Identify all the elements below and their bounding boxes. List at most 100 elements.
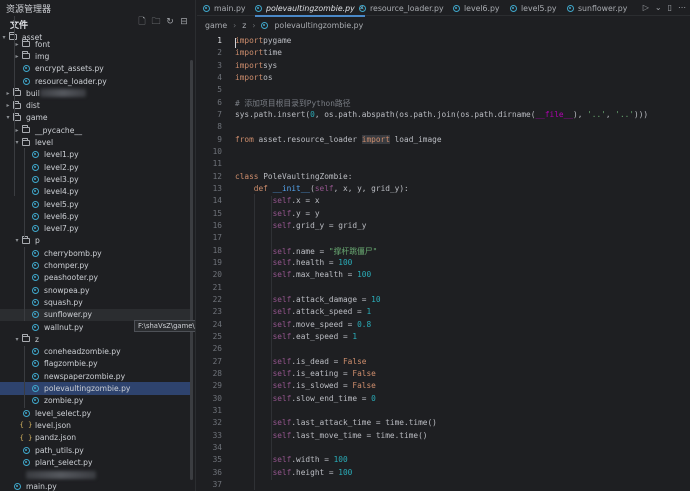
chevron-down-icon[interactable]: ⌄ (655, 3, 662, 12)
more-icon[interactable]: ⋯ (678, 3, 686, 12)
tree-folder[interactable]: ▾ z (0, 333, 193, 345)
chevron-down-icon: ▾ (6, 114, 10, 122)
python-file-icon (30, 199, 40, 209)
tree-file[interactable]: newspaperzombie.py (0, 370, 193, 382)
tab-main-py[interactable]: main.py (203, 0, 246, 16)
tree-folder[interactable]: ▸ buil (0, 87, 193, 99)
tree-file[interactable]: level5.py (0, 198, 193, 210)
line-number: 1 (217, 36, 222, 45)
sidebar-scrollbar[interactable] (190, 60, 193, 480)
new-file-icon[interactable]: 🗋 (137, 17, 147, 27)
tree-file[interactable]: resource_loader.py (0, 75, 193, 87)
run-icon[interactable]: ▷ (643, 3, 649, 12)
python-file-icon (30, 174, 40, 184)
code-editor[interactable]: 1 importpygame 2 importtime 3 importsys 4 impor… (197, 34, 690, 491)
tree-file[interactable]: chomper.py (0, 259, 193, 271)
line-number: 26 (212, 344, 222, 354)
tree-label: encrypt_assets.py (35, 64, 104, 74)
python-file-icon (21, 76, 31, 86)
refresh-icon[interactable]: ↻ (165, 17, 175, 27)
tree-file[interactable]: coneheadzombie.py (0, 346, 193, 358)
chevron-right-icon: › (252, 20, 256, 30)
breadcrumb-item[interactable]: z (242, 21, 246, 30)
code-token: 0 (371, 393, 376, 403)
indent-guide (254, 193, 255, 490)
code-token: PoleVaultingZombie (263, 171, 348, 181)
tree-file[interactable]: level7.py (0, 223, 193, 235)
tab-resource_loader-py[interactable]: resource_loader.py (359, 0, 444, 16)
code-token: False (352, 368, 376, 378)
tree-file[interactable]: polevaultingzombie.py (0, 382, 193, 395)
tree-file[interactable]: { } pandz.json (0, 432, 193, 444)
tree-file[interactable]: level4.py (0, 186, 193, 198)
tree-folder[interactable]: ▾ p (0, 235, 193, 247)
line-number: 14 (212, 196, 222, 206)
code-token: self (272, 368, 292, 378)
breadcrumb: game › z › polevaultingzombie.py (197, 16, 690, 34)
tree-file[interactable]: peashooter.py (0, 272, 193, 284)
code-token: self (272, 467, 292, 477)
code-token: , x, y, grid_y): (333, 183, 409, 193)
code-token: self (272, 381, 292, 391)
tree-file[interactable]: level_select.py (0, 407, 193, 419)
code-token: self (272, 455, 292, 465)
tree-folder[interactable]: ▸ font (0, 38, 193, 50)
tab-sunflower-py[interactable]: sunflower.py (567, 0, 627, 16)
tree-file[interactable]: level3.py (0, 173, 193, 185)
code-token: import (235, 72, 264, 82)
code-token: class (235, 171, 259, 181)
tab-level5-py[interactable]: level5.py (510, 0, 557, 16)
line-number: 36 (212, 467, 222, 477)
tree-file[interactable]: level1.py (0, 149, 193, 161)
tree-folder[interactable]: ▾ level (0, 136, 193, 148)
tree-label: buil (26, 88, 40, 98)
tree-file[interactable]: level6.py (0, 210, 193, 222)
breadcrumb-item[interactable]: polevaultingzombie.py (274, 21, 363, 30)
tab-level6-py[interactable]: level6.py (453, 0, 500, 16)
tree-file[interactable]: zombie.py (0, 395, 193, 407)
tree-file[interactable]: flagzombie.py (0, 358, 193, 370)
code-token: self (272, 208, 292, 218)
tree-folder[interactable]: ▸ dist (0, 100, 193, 112)
tree-file[interactable]: squash.py (0, 296, 193, 308)
tree-file[interactable]: cherrybomb.py (0, 247, 193, 259)
line-number: 4 (217, 72, 222, 82)
new-folder-icon[interactable]: 🗀 (151, 17, 161, 27)
python-file-icon (30, 224, 40, 234)
tree-file[interactable]: level2.py (0, 161, 193, 173)
split-editor-icon[interactable]: ▯ (668, 3, 672, 12)
code-token: from (235, 134, 254, 144)
code-token: .eat_speed = (291, 331, 353, 341)
tree-folder[interactable]: ▸ __pycache__ (0, 124, 193, 136)
code-token: .width = (291, 455, 334, 465)
python-file-icon (21, 64, 31, 74)
breadcrumb-item[interactable]: game (205, 21, 227, 30)
tree-label: dist (26, 101, 40, 111)
chevron-right-icon: ▸ (6, 102, 10, 110)
blurred-icon (12, 470, 22, 480)
line-number: 12 (212, 171, 222, 181)
collapse-all-icon[interactable]: ⊟ (179, 17, 189, 27)
redacted-text (26, 470, 96, 479)
tree-file[interactable] (0, 469, 193, 481)
tree-file[interactable]: { } level.json (0, 419, 193, 431)
tree-file[interactable]: plant_select.py (0, 456, 193, 468)
code-token: .height = (291, 467, 339, 477)
indent-guide (14, 16, 15, 196)
tree-file[interactable]: encrypt_assets.py (0, 63, 193, 75)
tab-polevaultingzombie-py[interactable]: polevaultingzombie.py ✕ (255, 0, 365, 17)
code-token: 1 (352, 331, 358, 341)
tree-file[interactable]: main.py (0, 481, 193, 491)
tree-folder[interactable]: ▸ img (0, 50, 193, 62)
tree-folder[interactable]: ▾ game (0, 112, 193, 124)
code-line: sys.path.insert(0, os.path.abspath(os.pa… (235, 110, 653, 119)
code-token: : (347, 171, 353, 181)
code-token: .y = y (291, 208, 320, 218)
tree-file[interactable]: path_utils.py (0, 444, 193, 456)
code-line: self.is_slowed = False (235, 381, 376, 390)
code-token: .last_attack_time = time.time() (291, 418, 437, 428)
tree-label: cherrybomb.py (44, 248, 102, 258)
json-file-icon: { } (19, 421, 33, 430)
tree-file[interactable]: snowpea.py (0, 284, 193, 296)
